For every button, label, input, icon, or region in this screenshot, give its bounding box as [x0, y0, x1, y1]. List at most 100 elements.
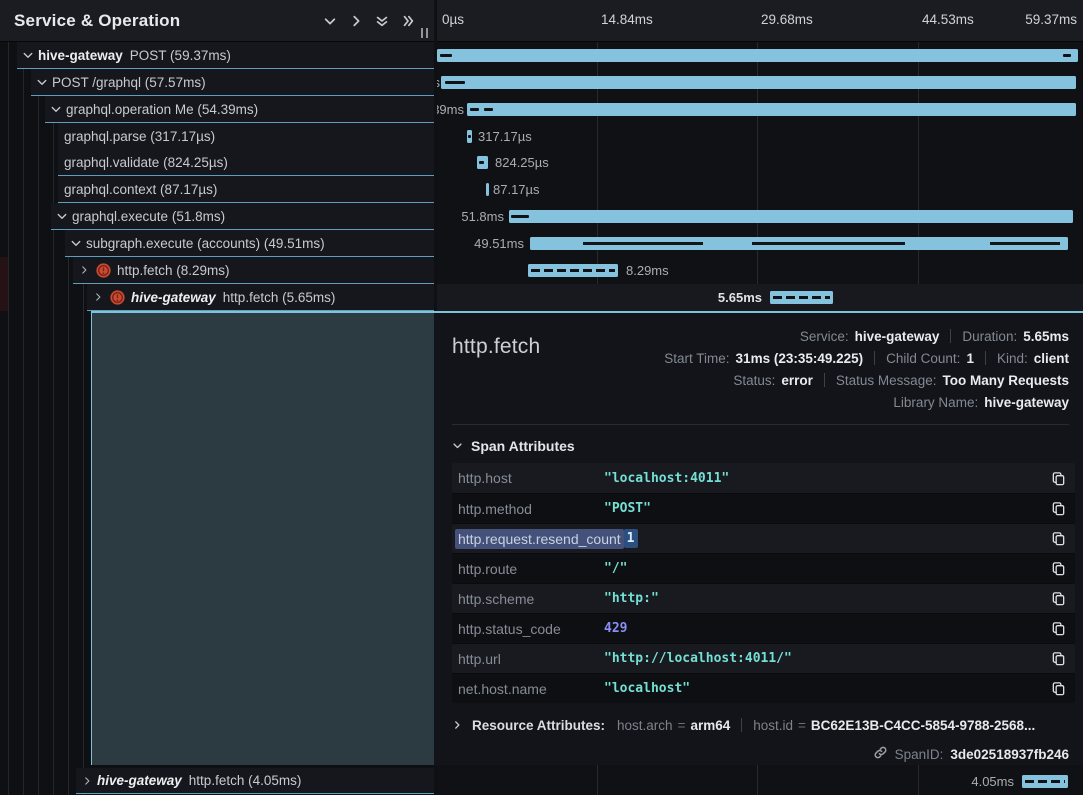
tree-row-http-fetch-4ms[interactable]: hive-gateway http.fetch (4.05ms) [76, 768, 434, 794]
timeline-row: 824.25µs [437, 149, 1083, 176]
span-title: http.fetch [452, 325, 540, 359]
expand-all-icon[interactable] [400, 13, 416, 29]
collapse-one-icon[interactable] [322, 13, 338, 29]
resource-value: BC62E13B-C4CC-5854-9788-2568... [811, 718, 1035, 733]
timeline-row [437, 42, 1083, 69]
timeline-row: 49.51ms [437, 230, 1083, 257]
chevron-right-icon[interactable] [91, 291, 104, 304]
span-bar-http-fetch-5ms[interactable] [770, 291, 833, 304]
resource-value: arm64 [690, 718, 730, 733]
meta-value: 31ms (23:35:49.225) [736, 351, 864, 366]
operation-label: http.fetch (5.65ms) [223, 290, 336, 305]
duration-label: 824.25µs [495, 155, 549, 170]
service-name: hive-gateway [38, 48, 123, 63]
meta-label: Status: [733, 373, 775, 388]
meta-label: Start Time: [664, 351, 729, 366]
left-header: Service & Operation [0, 0, 434, 42]
tree-row-post-graphql[interactable]: POST /graphql (57.57ms) [31, 69, 434, 96]
panel-resize-handle[interactable] [421, 28, 428, 38]
span-bar-graphql-operation[interactable] [467, 103, 1076, 116]
duration-label: 4.05ms [971, 774, 1014, 789]
operation-label: subgraph.execute (accounts) (49.51ms) [86, 236, 325, 251]
span-bar-root[interactable] [437, 49, 1078, 62]
resource-attributes-row[interactable]: Resource Attributes: host.arch = arm64 h… [452, 713, 1069, 737]
attribute-row: http.status_code 429 [452, 613, 1075, 643]
attribute-value: "http:" [604, 591, 1039, 606]
copy-icon[interactable] [1049, 620, 1067, 638]
span-bar-graphql-context[interactable] [486, 183, 489, 196]
tree-row-root-span[interactable]: hive-gateway POST (59.37ms) [17, 42, 434, 69]
meta-label: Child Count: [886, 351, 960, 366]
tree-row-graphql-parse[interactable]: graphql.parse (317.17µs) [58, 123, 434, 150]
tree-row-subgraph-execute[interactable]: subgraph.execute (accounts) (49.51ms) [65, 230, 434, 257]
tree-row-graphql-context[interactable]: graphql.context (87.17µs) [58, 176, 434, 203]
span-meta: Service: hive-gateway Duration: 5.65ms S… [664, 325, 1069, 413]
indent-guide [8, 42, 9, 795]
attribute-key: http.route [458, 561, 604, 577]
chevron-down-icon[interactable] [35, 76, 48, 89]
span-bar-subgraph-execute[interactable] [530, 237, 1068, 250]
span-attributes-header[interactable]: Span Attributes [452, 438, 1069, 454]
error-icon [96, 263, 111, 278]
service-name: hive-gateway [131, 290, 216, 305]
copy-icon[interactable] [1049, 650, 1067, 668]
meta-label: Service: [800, 329, 849, 344]
attribute-value: 1 [624, 529, 638, 548]
service-name: hive-gateway [97, 773, 182, 788]
collapse-all-icon[interactable] [374, 13, 390, 29]
operation-label: http.fetch (4.05ms) [189, 773, 302, 788]
chevron-down-icon[interactable] [21, 49, 34, 62]
meta-label: Status Message: [836, 373, 937, 388]
chevron-down-icon[interactable] [55, 210, 68, 223]
span-bar-graphql-execute[interactable] [509, 210, 1073, 223]
chevron-down-icon[interactable] [69, 237, 82, 250]
tree-row-http-fetch-8ms[interactable]: http.fetch (8.29ms) [73, 257, 434, 284]
span-attributes-title: Span Attributes [471, 438, 575, 454]
tree-row-graphql-execute[interactable]: graphql.execute (51.8ms) [51, 203, 434, 230]
chevron-down-icon[interactable] [49, 103, 62, 116]
timeline-row: 317.17µs [437, 123, 1083, 150]
duration-label: 8.29ms [626, 263, 669, 278]
span-bar-graphql-validate[interactable] [477, 156, 488, 169]
span-bar-http-fetch-8ms[interactable] [528, 264, 618, 277]
chevron-right-icon[interactable] [80, 774, 93, 787]
attribute-row: http.method "POST" [452, 493, 1075, 523]
link-icon[interactable] [873, 745, 888, 763]
span-bar-graphql-parse[interactable] [467, 130, 472, 143]
time-tick: 59.37ms [1025, 12, 1077, 27]
attribute-value: "http://localhost:4011/" [604, 651, 1039, 666]
operation-label: graphql.operation Me (54.39ms) [66, 102, 258, 117]
span-bar-post-graphql[interactable] [441, 76, 1076, 89]
operation-label: graphql.context (87.17µs) [58, 182, 217, 197]
copy-icon[interactable] [1049, 560, 1067, 578]
attribute-row: http.scheme "http:" [452, 583, 1075, 613]
attribute-key: http.scheme [458, 591, 604, 607]
attribute-row-selected: http.request.resend_count 1 [452, 523, 1075, 553]
copy-icon[interactable] [1049, 469, 1067, 487]
indent-guide [23, 42, 24, 795]
chevron-right-icon[interactable] [77, 264, 90, 277]
timeline-row: 57.57ms [437, 69, 1083, 96]
operation-label: graphql.execute (51.8ms) [72, 209, 225, 224]
copy-icon[interactable] [1049, 500, 1067, 518]
timeline-row: 5.65ms [437, 284, 1083, 311]
attribute-key: http.host [458, 470, 604, 486]
attribute-row: http.host "localhost:4011" [452, 463, 1075, 493]
tree-row-http-fetch-5ms-selected[interactable]: hive-gateway http.fetch (5.65ms) [87, 284, 434, 311]
operation-label: http.fetch (8.29ms) [117, 263, 230, 278]
tree-row-graphql-validate[interactable]: graphql.validate (824.25µs) [58, 149, 434, 176]
resource-key: host.id [753, 718, 793, 733]
span-id-row: SpanID: 3de02518937fb246 [452, 743, 1069, 765]
selected-span-highlight-area [91, 313, 434, 765]
copy-icon[interactable] [1049, 590, 1067, 608]
error-row-flag [0, 257, 8, 284]
span-bar-http-fetch-4ms[interactable] [1022, 775, 1068, 788]
expand-one-icon[interactable] [348, 13, 364, 29]
duration-label: 57.57ms [437, 75, 440, 90]
copy-icon[interactable] [1049, 530, 1067, 548]
meta-value: 1 [966, 351, 974, 366]
span-tree-panel: Service & Operation hive-gateway POST (5… [0, 0, 434, 795]
meta-value: client [1034, 351, 1069, 366]
tree-row-graphql-operation[interactable]: graphql.operation Me (54.39ms) [45, 96, 434, 123]
copy-icon[interactable] [1049, 680, 1067, 698]
